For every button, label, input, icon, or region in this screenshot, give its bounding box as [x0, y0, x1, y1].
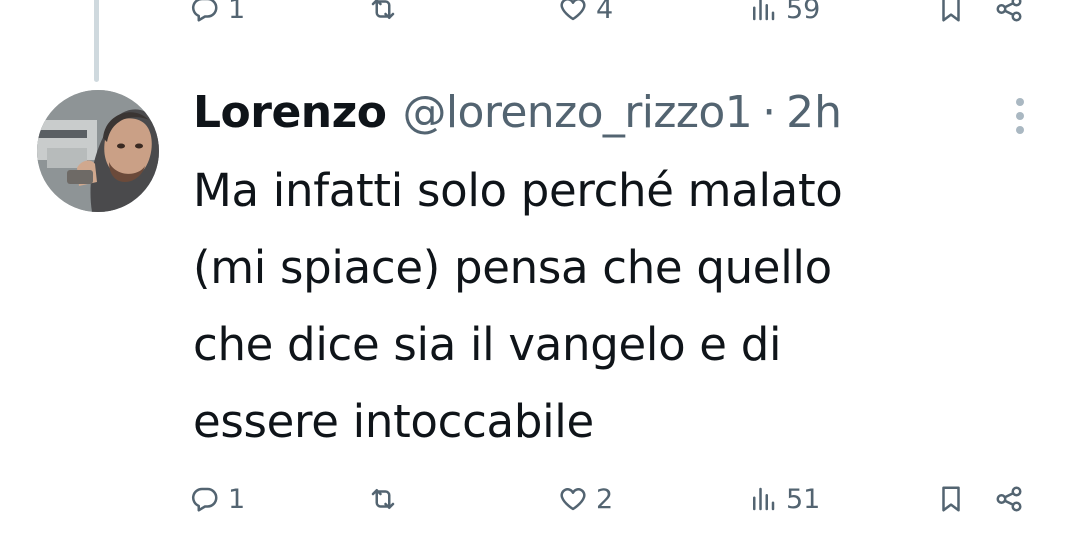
- views-button[interactable]: 59: [748, 0, 820, 34]
- repost-icon: [371, 0, 395, 19]
- views-icon: [753, 0, 775, 21]
- separator-dot: ·: [762, 86, 777, 138]
- share-icon: [996, 0, 1022, 22]
- bookmark-icon: [942, 0, 960, 22]
- share-icon: [996, 486, 1022, 512]
- bookmark-button[interactable]: [936, 474, 966, 524]
- bookmark-icon: [942, 486, 960, 512]
- views-button[interactable]: 51: [748, 474, 820, 524]
- views-icon: [753, 487, 775, 511]
- heart-icon: [560, 0, 586, 21]
- more-vertical-icon[interactable]: [1010, 96, 1030, 136]
- reply-icon: [191, 487, 218, 512]
- views-count: 51: [786, 483, 821, 515]
- like-count: 2: [596, 483, 614, 515]
- like-button[interactable]: 2: [558, 474, 613, 524]
- reply-button[interactable]: 1: [190, 0, 245, 34]
- tweet-action-bar: 1 2 51: [190, 474, 1040, 524]
- reply-count: 1: [228, 483, 246, 515]
- reply-button[interactable]: 1: [190, 474, 245, 524]
- repost-icon: [371, 489, 395, 509]
- like-button[interactable]: 4: [558, 0, 613, 34]
- user-handle[interactable]: @lorenzo_rizzo1: [402, 87, 752, 138]
- thread-connector-line: [94, 0, 99, 82]
- tweet-text-line: (mi spiace) pensa che quello: [193, 241, 832, 294]
- repost-button[interactable]: [368, 0, 406, 34]
- previous-tweet-action-bar: 1 4 59: [190, 0, 1040, 34]
- avatar-photo: [37, 90, 159, 212]
- display-name[interactable]: Lorenzo: [193, 87, 387, 138]
- share-button[interactable]: [994, 0, 1024, 34]
- views-count: 59: [786, 0, 821, 25]
- tweet-text: Ma infatti solo perché malato (mi spiace…: [193, 152, 1023, 460]
- heart-icon: [560, 488, 586, 511]
- bookmark-button[interactable]: [936, 0, 966, 34]
- reply-icon: [191, 0, 218, 22]
- tweet-text-line: essere intoccabile: [193, 395, 594, 448]
- avatar[interactable]: [37, 90, 159, 212]
- like-count: 4: [596, 0, 614, 25]
- repost-button[interactable]: [368, 474, 406, 524]
- share-button[interactable]: [994, 474, 1024, 524]
- tweet-header: Lorenzo @lorenzo_rizzo1 · 2h: [193, 82, 842, 142]
- tweet-text-line: che dice sia il vangelo e di: [193, 318, 782, 371]
- reply-count: 1: [228, 0, 246, 25]
- tweet-text-line: Ma infatti solo perché malato: [193, 164, 843, 217]
- timestamp[interactable]: 2h: [786, 87, 842, 138]
